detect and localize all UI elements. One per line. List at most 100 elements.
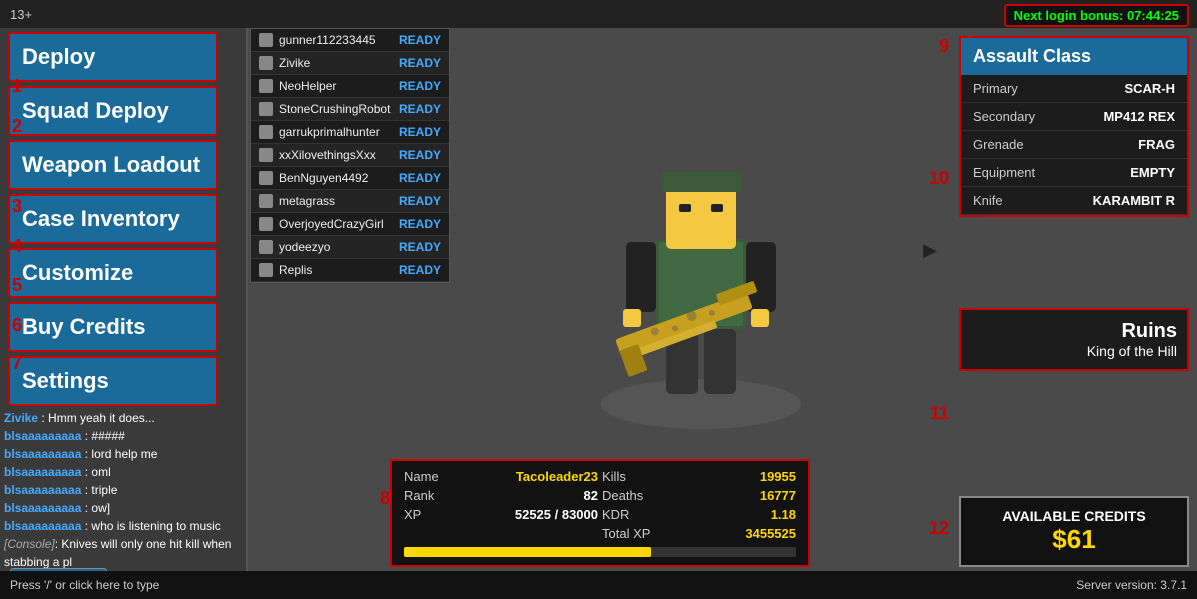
assault-class-row: EquipmentEMPTY xyxy=(961,159,1187,187)
credits-panel: AVAILABLE CREDITS $61 xyxy=(959,496,1189,567)
assault-class-title: Assault Class xyxy=(961,38,1187,75)
assault-row-value: SCAR-H xyxy=(1124,81,1175,96)
player-name: yodeezyo xyxy=(279,240,399,254)
assault-row-label: Secondary xyxy=(973,109,1035,124)
annotation-10: 10 xyxy=(929,168,949,189)
player-icon xyxy=(259,102,273,116)
player-rows: gunner112233445READYZivikeREADYNeoHelper… xyxy=(251,29,449,282)
name-label: Name xyxy=(404,469,499,484)
player-icon xyxy=(259,240,273,254)
chat-sep: : xyxy=(81,483,91,497)
character-area xyxy=(450,28,952,499)
player-row: yodeezyoREADY xyxy=(251,236,449,259)
total-xp-label: Total XP xyxy=(602,526,697,541)
map-mode: King of the Hill xyxy=(971,343,1177,359)
stats-grid: Name Tacoleader23 Kills 19955 Rank 82 De… xyxy=(404,469,796,541)
total-xp-value: 3455525 xyxy=(701,526,796,541)
player-name: Replis xyxy=(279,263,399,277)
chat-sep: : xyxy=(81,447,91,461)
chat-sep: : xyxy=(81,429,91,443)
assault-row-value: KARAMBIT R xyxy=(1093,193,1175,208)
player-row: StoneCrushingRobotREADY xyxy=(251,98,449,121)
annotation-12: 12 xyxy=(929,518,949,539)
player-status: READY xyxy=(399,56,441,70)
annotation-1: 1 xyxy=(12,76,22,97)
chat-msg: triple xyxy=(91,483,117,497)
player-icon xyxy=(259,79,273,93)
chat-username: blsaaaaaaaaa xyxy=(4,501,81,515)
assault-row-value: EMPTY xyxy=(1130,165,1175,180)
chat-sep: : xyxy=(81,465,91,479)
assault-row-value: MP412 REX xyxy=(1103,109,1175,124)
chat-sep: : xyxy=(81,519,91,533)
chat-area: Zivike : Hmm yeah it does... blsaaaaaaaaa… xyxy=(4,409,248,571)
chat-username: Zivike xyxy=(4,411,38,425)
chat-line: blsaaaaaaaaa : lord help me xyxy=(4,445,248,463)
player-status: READY xyxy=(399,79,441,93)
player-name: Zivike xyxy=(279,56,399,70)
chat-line: blsaaaaaaaaa : triple xyxy=(4,481,248,499)
chat-msg: ##### xyxy=(91,429,124,443)
type-hint[interactable]: Press '/' or click here to type xyxy=(10,578,159,592)
name-value: Tacoleader23 xyxy=(503,469,598,484)
annotation-3: 3 xyxy=(12,196,22,217)
player-status: READY xyxy=(399,102,441,116)
chat-msg: ow] xyxy=(91,501,110,515)
total-xp-label-empty xyxy=(404,526,499,541)
sidebar-buttons: DeploySquad DeployWeapon LoadoutCase Inv… xyxy=(0,32,246,406)
player-row: garrukprimalhunterREADY xyxy=(251,121,449,144)
bottom-bar[interactable]: Press '/' or click here to type Server v… xyxy=(0,571,1197,599)
chat-sep: : xyxy=(38,411,48,425)
player-list: gunner112233445READYZivikeREADYNeoHelper… xyxy=(250,28,450,283)
top-bar: 13+ Next login bonus: 07:44:25 xyxy=(0,0,1197,28)
assault-row-value: FRAG xyxy=(1138,137,1175,152)
assault-class-row: Primary SCAR-H xyxy=(961,75,1187,103)
chat-msg: lord help me xyxy=(91,447,157,461)
server-version: Server version: 3.7.1 xyxy=(1076,578,1187,592)
player-icon xyxy=(259,194,273,208)
player-name: BenNguyen4492 xyxy=(279,171,399,185)
player-status: READY xyxy=(399,171,441,185)
player-row: BenNguyen4492READY xyxy=(251,167,449,190)
main-area: DeploySquad DeployWeapon LoadoutCase Inv… xyxy=(0,28,1197,599)
chat-line: Zivike : Hmm yeah it does... xyxy=(4,409,248,427)
player-status: READY xyxy=(399,148,441,162)
chat-console-name: [Console] xyxy=(4,537,55,551)
player-name: metagrass xyxy=(279,194,399,208)
sidebar-btn-settings[interactable]: Settings xyxy=(8,356,218,406)
sidebar-btn-buy-credits[interactable]: Buy Credits xyxy=(8,302,218,352)
rank-value: 82 xyxy=(503,488,598,503)
xp-value: 52525 / 83000 xyxy=(503,507,598,522)
player-row: xxXilovethingsXxxREADY xyxy=(251,144,449,167)
player-name: OverjoyedCrazyGirl xyxy=(279,217,399,231)
assault-class-panel: Assault Class Primary SCAR-H Secondary MP41… xyxy=(959,36,1189,217)
player-status: READY xyxy=(399,33,441,47)
player-row: NeoHelperREADY xyxy=(251,75,449,98)
credits-label: AVAILABLE CREDITS xyxy=(975,508,1173,524)
deaths-label: Deaths xyxy=(602,488,697,503)
next-login-bonus: Next login bonus: 07:44:25 xyxy=(1004,4,1189,27)
player-icon xyxy=(259,33,273,47)
assault-row-label: Primary xyxy=(973,81,1018,96)
sidebar-btn-weapon-loadout[interactable]: Weapon Loadout xyxy=(8,140,218,190)
assault-class-row: Secondary MP412 REX xyxy=(961,103,1187,131)
kdr-label: KDR xyxy=(602,507,697,522)
sidebar-btn-customize[interactable]: Customize xyxy=(8,248,218,298)
assault-row-label: Grenade xyxy=(973,137,1024,152)
chat-username: blsaaaaaaaaa xyxy=(4,483,81,497)
sidebar-btn-deploy[interactable]: Deploy xyxy=(8,32,218,82)
annotation-9: 9 xyxy=(939,36,949,57)
chat-username: blsaaaaaaaaa xyxy=(4,519,81,533)
xp-bar-container xyxy=(404,547,796,557)
chat-line: [Console]: Knives will only one hit kill… xyxy=(4,535,248,571)
sidebar-btn-case-inventory[interactable]: Case Inventory xyxy=(8,194,218,244)
player-name: gunner112233445 xyxy=(279,33,399,47)
annotation-11: 11 xyxy=(930,403,949,424)
sidebar-btn-squad-deploy[interactable]: Squad Deploy xyxy=(8,86,218,136)
player-icon xyxy=(259,148,273,162)
assault-row-label: Knife xyxy=(973,193,1003,208)
chat-line: blsaaaaaaaaa : who is listening to music xyxy=(4,517,248,535)
xp-label: XP xyxy=(404,507,499,522)
cursor-icon: ▶ xyxy=(923,240,937,261)
chat-line: blsaaaaaaaaa : ow] xyxy=(4,499,248,517)
